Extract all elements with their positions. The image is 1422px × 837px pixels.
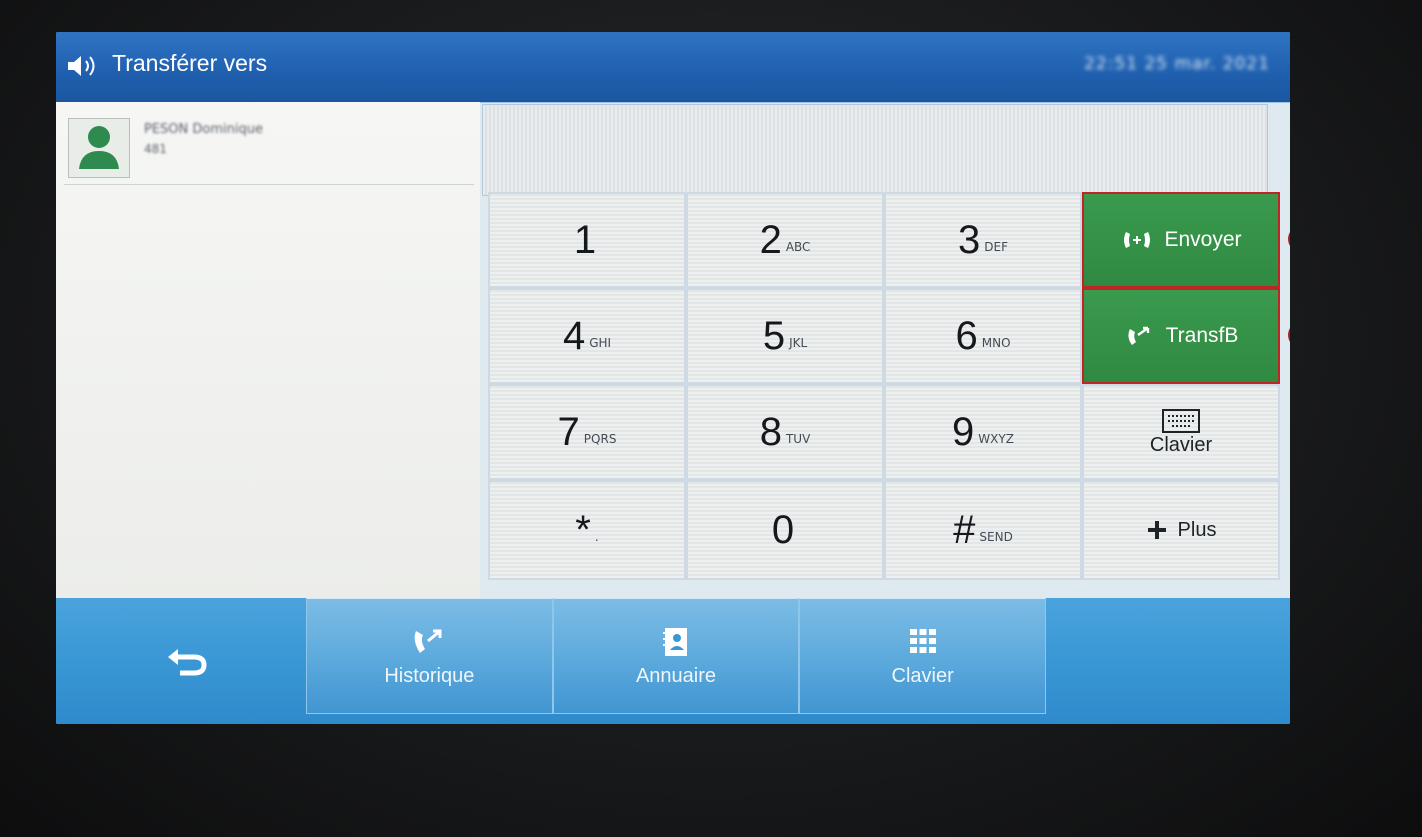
dialpad-icon bbox=[909, 628, 936, 653]
key-5[interactable]: 5 JKL bbox=[686, 288, 884, 384]
speaker-icon bbox=[68, 56, 95, 76]
more-label: Plus bbox=[1177, 518, 1217, 541]
key-letters: ABC bbox=[785, 240, 811, 254]
contact-name: PESON Dominique bbox=[144, 122, 263, 137]
person-icon bbox=[79, 126, 119, 169]
back-button[interactable] bbox=[152, 634, 222, 684]
key-digit: 0 bbox=[771, 507, 795, 552]
phone-screen: Transférer vers 22:51 25 mar. 2021 PESON… bbox=[56, 32, 1290, 724]
key-letters: MNO bbox=[981, 336, 1011, 350]
key-digit: 8 bbox=[759, 409, 782, 454]
send-button[interactable]: Envoyer 1 bbox=[1082, 192, 1290, 288]
key-digit: 1 bbox=[573, 217, 597, 262]
key-8[interactable]: 8 TUV bbox=[686, 384, 884, 480]
key-letters: PQRS bbox=[583, 432, 617, 446]
key-digit: 6 bbox=[955, 313, 978, 358]
key-letters: GHI bbox=[589, 336, 612, 350]
transfer-label: TransfB bbox=[1165, 324, 1239, 347]
key-letters: TUV bbox=[785, 432, 811, 446]
contact-number: 481 bbox=[144, 142, 167, 156]
page-title: Transférer vers bbox=[112, 50, 268, 76]
key-letters: JKL bbox=[789, 336, 808, 350]
call-forward-icon bbox=[1124, 232, 1151, 248]
address-book-icon bbox=[663, 627, 687, 656]
key-letters: DEF bbox=[984, 240, 1008, 254]
bottom-softkey-bar: Historique Annuaire Clavier bbox=[56, 598, 1290, 724]
key-digit: 4 bbox=[562, 313, 586, 358]
key-digit: * bbox=[575, 507, 591, 552]
title-bar: Transférer vers 22:51 25 mar. 2021 bbox=[56, 32, 1290, 103]
history-label: Historique bbox=[384, 664, 475, 687]
key-digit: 3 bbox=[958, 217, 981, 262]
plus-icon bbox=[1147, 521, 1166, 539]
key-letters: WXYZ bbox=[978, 432, 1014, 446]
keyboard-label: Clavier bbox=[1149, 433, 1213, 456]
back-arrow-icon bbox=[168, 649, 207, 676]
key-6[interactable]: 6 MNO bbox=[884, 288, 1082, 384]
key-digit: 7 bbox=[557, 409, 580, 454]
key-star[interactable]: *. bbox=[488, 480, 686, 580]
key-9[interactable]: 9 WXYZ bbox=[884, 384, 1082, 480]
callout-badge-1: 1 bbox=[1288, 226, 1290, 252]
dial-keypad: 1 2ABC 3DEF Envoyer 1 4GHI 5JKL 6MNO Tra… bbox=[488, 192, 1290, 588]
directory-label: Annuaire bbox=[635, 664, 717, 687]
key-4[interactable]: 4 GHI bbox=[488, 288, 686, 384]
key-letters: . bbox=[594, 530, 599, 544]
keypad-softkey[interactable]: Clavier bbox=[799, 598, 1047, 714]
key-letters: SEND bbox=[979, 530, 1013, 544]
history-softkey[interactable]: Historique bbox=[306, 598, 553, 714]
contact-list: PESON Dominique 481 bbox=[56, 102, 480, 602]
directory-softkey[interactable]: Annuaire bbox=[552, 598, 800, 714]
call-transfer-icon bbox=[1128, 326, 1149, 345]
key-0[interactable]: 0 bbox=[686, 480, 884, 580]
number-entry-field[interactable] bbox=[482, 104, 1268, 196]
key-digit: 2 bbox=[759, 217, 782, 262]
key-hash[interactable]: # SEND bbox=[884, 480, 1082, 580]
callout-badge-2: 2 bbox=[1288, 322, 1290, 348]
key-7[interactable]: 7 PQRS bbox=[488, 384, 686, 480]
more-button[interactable]: Plus bbox=[1082, 480, 1280, 580]
key-digit: # bbox=[953, 507, 976, 552]
avatar bbox=[68, 118, 130, 178]
key-digit: 9 bbox=[952, 409, 975, 454]
key-1[interactable]: 1 bbox=[488, 192, 686, 288]
contact-item[interactable]: PESON Dominique 481 bbox=[64, 110, 474, 185]
key-3[interactable]: 3 DEF bbox=[884, 192, 1082, 288]
softkey-group: Historique Annuaire Clavier bbox=[306, 598, 1047, 714]
key-digit: 5 bbox=[762, 313, 786, 358]
send-label: Envoyer bbox=[1164, 228, 1242, 251]
keyboard-button[interactable]: Clavier bbox=[1082, 384, 1280, 480]
keypad-label: Clavier bbox=[891, 664, 954, 687]
transfer-button[interactable]: TransfB 2 bbox=[1082, 288, 1290, 384]
keyboard-icon bbox=[1162, 408, 1200, 433]
call-history-icon bbox=[414, 629, 442, 653]
datetime-display: 22:51 25 mar. 2021 bbox=[1084, 54, 1270, 74]
key-2[interactable]: 2 ABC bbox=[686, 192, 884, 288]
